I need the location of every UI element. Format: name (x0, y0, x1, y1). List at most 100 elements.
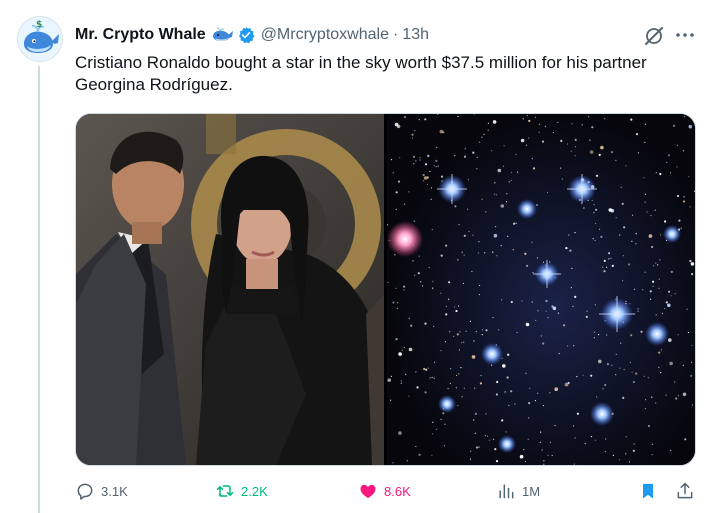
star-dot (574, 146, 577, 148)
reply-button[interactable]: 3.1K (75, 480, 128, 502)
star-dot (522, 118, 524, 120)
star-dot (670, 172, 672, 174)
star-dot (574, 295, 577, 298)
star-dot (429, 377, 431, 379)
star-dot (478, 294, 480, 296)
star-dot (471, 270, 473, 273)
star-dot (545, 310, 547, 312)
star-field-photo[interactable] (387, 114, 695, 465)
star-dot (635, 243, 637, 245)
star-dot (403, 285, 406, 288)
star-dot (428, 266, 430, 269)
star-dot (595, 222, 597, 225)
bookmark-button[interactable] (638, 480, 658, 502)
star-dot (395, 287, 397, 289)
star-dot (655, 262, 657, 264)
star-dot (512, 249, 514, 251)
author-handle[interactable]: @Mrcryptoxwhale (261, 26, 389, 44)
star-dot (689, 206, 691, 208)
star-dot (688, 176, 690, 178)
star-dot (418, 255, 420, 257)
star-dot (495, 393, 498, 396)
star-dot (623, 368, 625, 371)
star-dot (596, 396, 598, 398)
like-button[interactable]: 8.6K (358, 480, 411, 502)
star-dot (505, 431, 507, 433)
star-dot (514, 403, 516, 405)
star-dot (485, 413, 487, 415)
star-dot (469, 320, 471, 322)
star-dot (664, 307, 666, 310)
star-dot (395, 191, 398, 194)
star-dot (425, 368, 428, 371)
tweet-timestamp[interactable]: 13h (402, 26, 429, 44)
tweet-media[interactable] (75, 113, 696, 466)
star-dot (398, 352, 402, 356)
tweet-card[interactable]: $ Mr. Crypto Whale @Mrcryptoxwhale · 13h… (0, 0, 726, 513)
star-dot (445, 313, 448, 316)
star-dot (419, 159, 421, 161)
star-dot (677, 395, 679, 397)
star-dot (529, 387, 531, 389)
star-dot (545, 299, 548, 303)
views-button[interactable]: 1M (496, 480, 540, 502)
star-dot (525, 322, 530, 327)
star-dot (628, 263, 631, 266)
star-dot (654, 209, 656, 211)
star-dot (422, 173, 425, 177)
star-dot (563, 324, 566, 327)
star-dot (554, 424, 556, 427)
star-dot (497, 168, 502, 173)
star-dot (419, 157, 421, 159)
star-dot (411, 133, 414, 136)
more-icon[interactable] (673, 23, 697, 47)
star-dot (440, 350, 442, 352)
whale-avatar-icon: $ (18, 17, 62, 61)
avatar[interactable]: $ (17, 16, 63, 62)
star-dot (637, 310, 639, 312)
star-dot (690, 374, 693, 377)
star-dot (392, 301, 395, 304)
star-dot (463, 341, 465, 343)
star-dot (528, 402, 531, 405)
star-dot (560, 167, 562, 169)
star-dot (422, 180, 425, 182)
star-dot (637, 308, 639, 310)
star-dot (540, 431, 542, 433)
star-dot (408, 395, 410, 397)
star-dot (448, 281, 451, 284)
star-dot (630, 118, 633, 121)
star-dot (547, 317, 549, 319)
grok-icon[interactable] (643, 25, 665, 47)
star-dot (461, 396, 463, 398)
star-dot (594, 239, 596, 242)
star-dot (635, 233, 637, 235)
star-dot (473, 419, 475, 421)
star-dot (525, 372, 527, 374)
author-name[interactable]: Mr. Crypto Whale (75, 26, 206, 44)
star-dot (594, 439, 597, 441)
star-dot (502, 364, 506, 368)
star-dot (647, 377, 649, 379)
star-dot (608, 208, 613, 212)
star-dot (463, 254, 465, 256)
star-dot (604, 118, 606, 120)
star-dot (408, 191, 410, 193)
star-dot (595, 174, 599, 177)
star-dot (668, 338, 672, 342)
star-dot (618, 459, 620, 461)
star-dot (670, 295, 672, 297)
star-dot (479, 284, 481, 287)
star-dot (647, 424, 650, 428)
star-dot (571, 267, 573, 269)
retweet-button[interactable]: 2.2K (215, 480, 268, 502)
star-dot (412, 155, 416, 158)
star-dot (474, 412, 477, 415)
star-dot (433, 325, 435, 327)
couple-photo[interactable] (76, 114, 384, 465)
star-dot (418, 453, 421, 456)
star-dot (676, 144, 679, 146)
star-dot (560, 139, 563, 142)
star-dot (691, 344, 693, 346)
share-button[interactable] (675, 480, 695, 502)
